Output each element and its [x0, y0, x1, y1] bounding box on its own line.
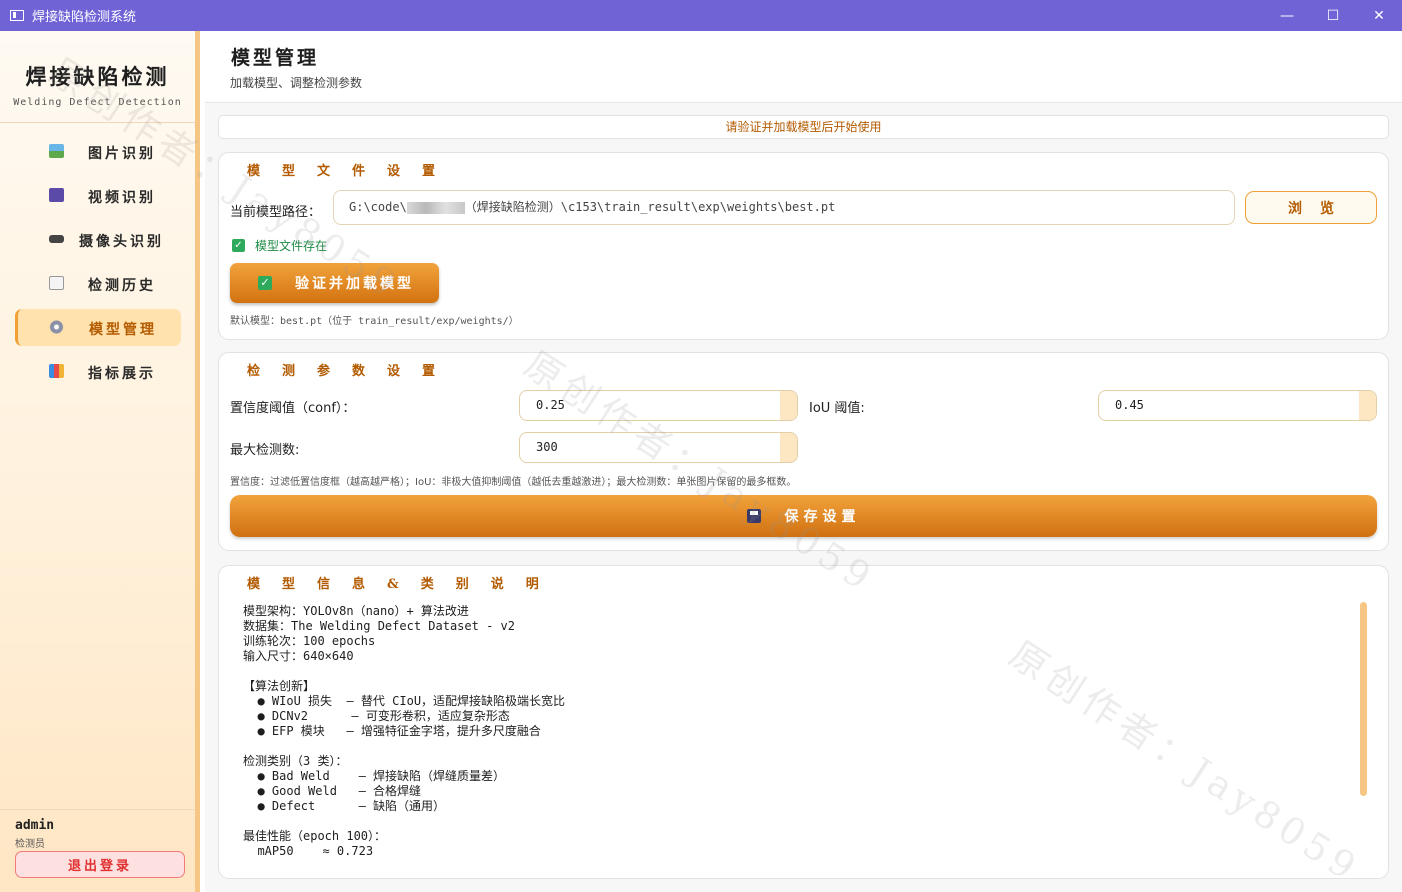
- camera-icon: [49, 235, 64, 243]
- section-title: 模型信息&类别说明: [247, 577, 561, 592]
- logout-button[interactable]: 退出登录: [15, 851, 185, 878]
- model-info-text: 模型架构：YOLOv8n（nano）+ 算法改进 数据集：The Welding…: [243, 604, 566, 858]
- verify-load-label: 验证并加载模型: [295, 276, 414, 292]
- browse-button[interactable]: 浏览: [1245, 191, 1377, 224]
- section-title: 检测参数设置: [247, 364, 458, 379]
- detection-params-card: 检测参数设置 置信度阈值（conf）： 0.25 IoU 阈值: 0.45 最大…: [218, 352, 1389, 551]
- max-det-input[interactable]: 300: [519, 432, 798, 463]
- max-det-label: 最大检测数:: [230, 443, 300, 458]
- sidebar-item-metrics[interactable]: 指标展示: [15, 353, 181, 390]
- sidebar-nav: 图片识别 视频识别 摄像头识别 检测历史 模型管理 指标展示: [0, 123, 195, 390]
- model-path-suffix: （焊接缺陷检测）\c153\train_result\exp\weights\b…: [464, 200, 836, 214]
- brand-subtitle: Welding Defect Detection: [13, 97, 182, 108]
- image-icon: [49, 144, 64, 158]
- sidebar-item-label: 模型管理: [89, 322, 157, 338]
- model-path-prefix: G:\code\: [349, 200, 407, 214]
- model-path-field[interactable]: G:\code\ （焊接缺陷检测）\c153\train_result\exp\w…: [333, 190, 1235, 225]
- page-title: 模型管理: [231, 47, 320, 69]
- brand: 焊接缺陷检测 Welding Defect Detection: [0, 31, 195, 123]
- user-panel: admin 检测员 退出登录: [0, 809, 195, 892]
- default-model-hint: 默认模型：best.pt（位于 train_result/exp/weights…: [230, 316, 519, 327]
- maximize-button[interactable]: ☐: [1310, 0, 1356, 31]
- minimize-button[interactable]: —: [1264, 0, 1310, 31]
- chart-icon: [49, 364, 64, 378]
- save-settings-label: 保存设置: [784, 509, 861, 525]
- window-controls: — ☐ ✕: [1264, 0, 1402, 31]
- sidebar-item-image-recognition[interactable]: 图片识别: [15, 133, 181, 170]
- verify-load-button[interactable]: ✓ 验证并加载模型: [230, 263, 439, 303]
- sidebar-item-history[interactable]: 检测历史: [15, 265, 181, 302]
- floppy-disk-icon: [746, 509, 761, 523]
- sidebar-item-model-management[interactable]: 模型管理: [15, 309, 181, 346]
- status-message: 请验证并加载模型后开始使用: [218, 115, 1389, 139]
- sidebar-item-label: 视频识别: [88, 190, 156, 206]
- close-button[interactable]: ✕: [1356, 0, 1402, 31]
- main-content: 模型管理 加载模型、调整检测参数 请验证并加载模型后开始使用 模型文件设置 当前…: [205, 31, 1402, 892]
- conf-label: 置信度阈值（conf）：: [230, 401, 356, 416]
- scrollbar[interactable]: [1360, 602, 1367, 796]
- sidebar-item-video-recognition[interactable]: 视频识别: [15, 177, 181, 214]
- conf-input[interactable]: 0.25: [519, 390, 798, 421]
- model-file-card: 模型文件设置 当前模型路径： G:\code\ （焊接缺陷检测）\c153\tra…: [218, 152, 1389, 340]
- model-exists-text: 模型文件存在: [255, 239, 328, 253]
- sidebar-item-camera-recognition[interactable]: 摄像头识别: [15, 221, 181, 258]
- window-title: 焊接缺陷检测系统: [32, 10, 137, 25]
- params-hint: 置信度：过滤低置信度框（越高越严格）；IoU：非极大值抑制阈值（越低去重越激进）…: [230, 477, 797, 488]
- iou-label: IoU 阈值:: [809, 401, 865, 416]
- brand-title: 焊接缺陷检测: [25, 64, 170, 89]
- sidebar-item-label: 图片识别: [88, 146, 156, 162]
- user-name: admin: [15, 818, 55, 833]
- save-settings-button[interactable]: 保存设置: [230, 495, 1377, 537]
- section-title: 模型文件设置: [247, 164, 458, 179]
- page-header: 模型管理 加载模型、调整检测参数: [205, 31, 1402, 103]
- gear-icon: [49, 320, 64, 334]
- user-role: 检测员: [15, 839, 45, 850]
- redacted-block: [406, 201, 465, 214]
- video-icon: [49, 188, 64, 202]
- sidebar-item-label: 检测历史: [88, 278, 156, 294]
- app-icon: [10, 10, 24, 21]
- sidebar-item-label: 指标展示: [88, 366, 156, 382]
- history-icon: [49, 276, 64, 290]
- iou-input[interactable]: 0.45: [1098, 390, 1377, 421]
- sidebar-item-label: 摄像头识别: [79, 234, 164, 250]
- sidebar: 焊接缺陷检测 Welding Defect Detection 图片识别 视频识…: [0, 31, 200, 892]
- check-icon: ✓: [232, 239, 245, 252]
- model-path-label: 当前模型路径：: [230, 205, 322, 220]
- title-bar: 焊接缺陷检测系统 — ☐ ✕: [0, 0, 1402, 31]
- page-subtitle: 加载模型、调整检测参数: [230, 76, 363, 90]
- check-icon: ✓: [258, 276, 272, 290]
- model-info-card: 模型信息&类别说明 模型架构：YOLOv8n（nano）+ 算法改进 数据集：T…: [218, 565, 1389, 879]
